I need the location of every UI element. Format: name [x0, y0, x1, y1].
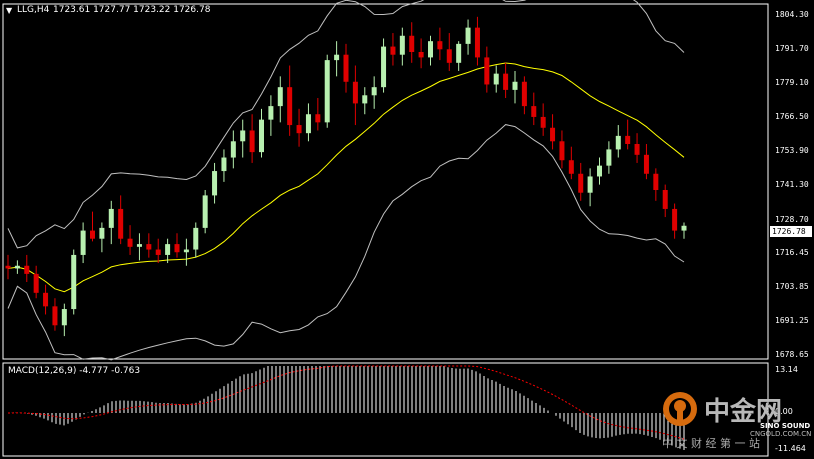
candle-body: [202, 195, 208, 228]
price-axis-label: 1678.65: [775, 350, 809, 359]
candle-body: [315, 114, 321, 123]
candle-body: [136, 244, 142, 247]
candle-body: [381, 46, 387, 88]
candle-body: [568, 160, 574, 174]
candle-body: [183, 249, 189, 253]
candle-body: [230, 141, 236, 158]
candle-body: [146, 244, 152, 250]
candle-body: [352, 81, 358, 104]
candle-body: [118, 208, 124, 239]
candle-body: [390, 46, 396, 55]
price-axis-label: 1703.85: [775, 281, 809, 291]
candle-body: [221, 157, 227, 172]
candle-body: [249, 130, 255, 153]
candle-body: [24, 265, 30, 274]
candle-body: [625, 135, 631, 144]
candle-body: [61, 309, 67, 326]
candle-body: [606, 149, 612, 166]
candle-body: [174, 244, 180, 253]
price-axis-label: 1741.30: [775, 180, 809, 190]
candle-body: [399, 35, 405, 55]
candle-body: [343, 54, 349, 82]
candle-body: [80, 230, 86, 255]
bollinger-lower-band: [7, 124, 685, 361]
candle-body: [155, 249, 161, 255]
candle-body: [127, 238, 133, 247]
candle-body: [456, 43, 462, 63]
candle-body: [165, 244, 171, 255]
candle-body: [643, 154, 649, 174]
candle-body: [277, 87, 283, 107]
candle-body: [587, 176, 593, 193]
candle-body: [559, 141, 565, 161]
candle-body: [578, 173, 584, 193]
candle-body: [662, 189, 668, 209]
candle-body: [305, 114, 311, 134]
candle-body: [653, 173, 659, 190]
candle-body: [212, 171, 218, 196]
cngold-logo-icon: [663, 392, 697, 426]
candle-body: [512, 81, 518, 90]
candle-body: [99, 227, 105, 239]
candle-body: [43, 292, 49, 307]
macd-pane-frame: [2, 362, 769, 457]
candle-body: [371, 87, 377, 96]
candle-body: [681, 225, 687, 231]
candle-body: [484, 57, 490, 85]
candle-body: [259, 119, 264, 153]
candle-body: [493, 73, 499, 85]
candle-body: [474, 27, 480, 58]
watermark-sound: SINO SOUND: [760, 422, 811, 430]
price-axis-label: 1728.70: [775, 214, 809, 224]
candle-body: [446, 49, 452, 63]
candle-body: [33, 273, 39, 293]
current-price-box: 1726.78: [770, 226, 812, 237]
candle-body: [597, 165, 602, 177]
candle-body: [240, 130, 246, 142]
ohlc-readout: 1723.61 1727.77 1723.22 1726.78: [53, 5, 211, 15]
macd-signal-line: [7, 365, 685, 440]
candle-body: [90, 230, 95, 239]
candle-body: [324, 60, 330, 123]
candle-body: [334, 54, 340, 61]
candle-body: [540, 116, 546, 128]
candle-body: [71, 254, 77, 310]
candle-body: [268, 106, 274, 120]
candle-body: [52, 306, 58, 326]
candle-body: [672, 208, 678, 231]
candle-body: [615, 135, 621, 150]
candle-body: [409, 35, 415, 52]
candle-body: [437, 41, 443, 50]
cngold-watermark: 中金网 SINO SOUND CNGOLD.COM.CN 中 文 财 经 第 一…: [658, 385, 811, 455]
candle-body: [418, 51, 424, 58]
candle-body: [428, 41, 433, 58]
candle-body: [521, 81, 527, 107]
candle-body: [287, 87, 293, 126]
chart-window[interactable]: ▼ LLG,H4 1723.61 1727.77 1723.22 1726.78…: [0, 0, 814, 459]
candle-body: [5, 265, 11, 269]
candle-body: [296, 125, 302, 134]
macd-axis-top: 13.14: [775, 365, 798, 374]
candle-body: [531, 106, 537, 117]
price-axis-label: 1716.45: [775, 247, 809, 257]
candle-body: [550, 127, 556, 142]
price-axis-label: 1691.25: [775, 315, 809, 325]
price-axis-label: 1753.90: [775, 146, 809, 156]
candle-body: [108, 208, 114, 228]
price-axis-label: 1791.70: [775, 44, 809, 54]
price-axis-label: 1779.10: [775, 78, 809, 88]
candle-body: [503, 73, 509, 90]
macd-label: MACD(12,26,9) -4.777 -0.763: [8, 366, 141, 376]
price-axis-label: 1766.50: [775, 112, 809, 122]
price-axis-label: 1804.30: [775, 10, 809, 19]
symbol-label: LLG,H4: [17, 5, 50, 15]
triangle-down-icon[interactable]: ▼: [6, 6, 12, 15]
candle-body: [362, 95, 368, 104]
candle-body: [14, 265, 20, 269]
watermark-tagline: 中 文 财 经 第 一 站: [662, 437, 760, 450]
candle-body: [193, 227, 199, 250]
candle-body: [465, 27, 471, 44]
candle-body: [634, 143, 640, 155]
